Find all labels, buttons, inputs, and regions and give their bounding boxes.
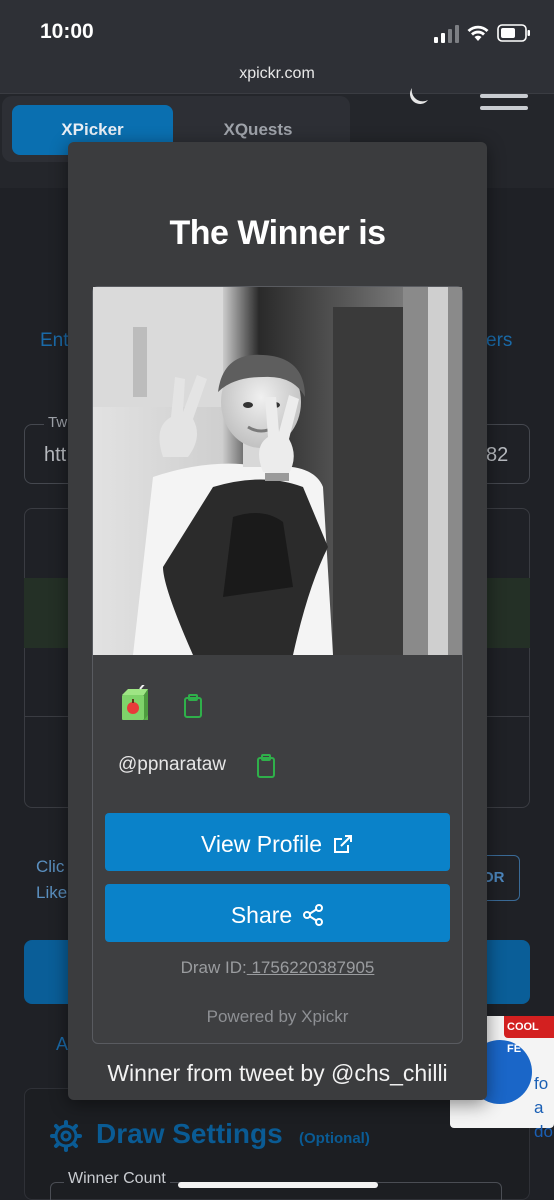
wifi-icon [467,25,489,41]
ad-tag: COOL FE [504,1016,554,1055]
tweet-url-value-end: 82 [486,444,509,466]
battery-icon [497,24,530,42]
winner-footer: Winner from tweet by @chs_chilli [107,1060,448,1086]
menu-icon[interactable] [480,94,528,112]
share-button[interactable]: Share [105,884,450,942]
ad-text-line1: fo [534,1074,549,1093]
draw-id: Draw ID: 1756220387905 [93,958,462,978]
ad-text: fo a do [534,1072,554,1144]
modal-title: The Winner is [169,214,386,252]
bg-link-left[interactable]: Ent [40,330,69,352]
winner-username: @ppnarataw [118,754,227,775]
status-bar: 10:00 [0,0,554,60]
winner-profile-photo [93,287,462,655]
status-time: 10:00 [40,20,94,43]
share-icon [303,903,324,926]
url-text: xpickr.com [239,65,315,82]
gear-icon [50,1120,82,1152]
tweet-url-value-start: htt [44,444,67,466]
powered-by: Powered by Xpickr [206,1007,349,1026]
bg-link-right[interactable]: ers [486,330,512,352]
copy-username-clipboard-icon[interactable] [255,754,277,778]
winner-count-label: Winner Count [64,1170,170,1188]
copy-emoji-clipboard-icon[interactable] [182,694,204,718]
draw-settings-title: Draw Settings [96,1118,283,1149]
address-bar[interactable]: xpickr.com [0,58,554,94]
signal-icon [434,25,459,43]
ad-text-line2: a do [534,1098,553,1141]
bg-instruction-line2: Like [36,883,68,902]
bg-instruction-line1: Clic [36,857,65,876]
draw-settings-optional: (Optional) [299,1130,370,1147]
bg-link-a[interactable]: A [56,1034,68,1055]
view-profile-label: View Profile [200,830,323,857]
draw-id-label: Draw ID: [180,958,247,977]
bg-instruction-text: Clic Like [36,854,67,906]
view-profile-button[interactable]: View Profile [105,813,450,871]
juice-box-icon [122,685,148,720]
moon-icon[interactable] [406,88,432,106]
home-indicator [178,1182,378,1188]
share-label: Share [230,901,293,928]
winner-photo-image [93,287,462,655]
draw-id-value[interactable]: 1756220387905 [247,958,374,977]
external-link-icon [334,834,353,853]
